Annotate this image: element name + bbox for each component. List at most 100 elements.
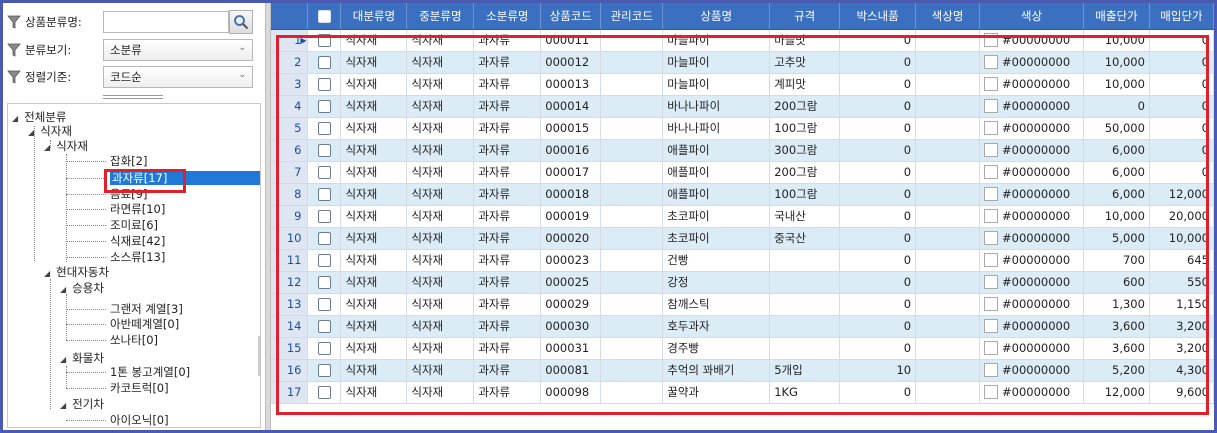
table-row[interactable]: 7 식자재 식자재 과자류 000017 애플파이 200그람 0 #00000000 6,000…: [271, 161, 1214, 184]
row-checkbox[interactable]: [317, 188, 331, 201]
color-name-cell[interactable]: [915, 73, 981, 96]
product-code-cell[interactable]: 000031: [540, 337, 602, 360]
major-category-cell[interactable]: 식자재: [340, 337, 408, 360]
middle-category-cell[interactable]: 식자재: [406, 249, 475, 272]
row-checkbox-cell[interactable]: [307, 293, 342, 316]
product-code-cell[interactable]: 000016: [540, 139, 602, 162]
purchase-price-cell[interactable]: 4,300: [1149, 359, 1214, 382]
table-row[interactable]: 2 식자재 식자재 과자류 000012 마늘파이 고추맛 0 #00000000 10,000 0: [271, 51, 1214, 74]
middle-category-cell[interactable]: 식자재: [406, 359, 475, 382]
row-checkbox-cell[interactable]: [307, 139, 342, 162]
purchase-price-cell[interactable]: 0: [1149, 73, 1214, 96]
row-checkbox-cell[interactable]: [307, 337, 342, 360]
collapse-arrow-icon[interactable]: ◢: [44, 269, 50, 278]
color-name-cell[interactable]: [915, 183, 981, 206]
major-category-cell[interactable]: 식자재: [340, 139, 408, 162]
box-qty-cell[interactable]: 10: [839, 359, 917, 382]
collapse-arrow-icon[interactable]: ◢: [60, 355, 66, 364]
spec-cell[interactable]: 마늘맛: [769, 29, 841, 52]
middle-category-cell[interactable]: 식자재: [406, 183, 475, 206]
row-checkbox[interactable]: [317, 56, 331, 69]
color-cell[interactable]: #00000000: [979, 337, 1084, 360]
manage-code-cell[interactable]: [600, 95, 664, 118]
tree-node-misc[interactable]: 잡화[2]: [110, 154, 147, 168]
purchase-price-cell[interactable]: 645: [1149, 249, 1214, 272]
major-category-header[interactable]: 대분류명: [340, 3, 408, 30]
spec-cell[interactable]: 고추맛: [769, 51, 841, 74]
sale-price-cell[interactable]: 3,600: [1083, 315, 1150, 338]
spec-cell[interactable]: [769, 337, 841, 360]
spec-cell[interactable]: [769, 249, 841, 272]
row-checkbox-cell[interactable]: [307, 183, 342, 206]
view-by-select[interactable]: 소분류 ⌄: [103, 39, 253, 61]
spec-cell[interactable]: 300그람: [769, 139, 841, 162]
collapse-arrow-icon[interactable]: ◢: [60, 285, 66, 294]
middle-category-cell[interactable]: 식자재: [406, 293, 475, 316]
sale-price-cell[interactable]: 5,000: [1083, 227, 1150, 250]
sale-price-cell[interactable]: 700: [1083, 249, 1150, 272]
tree-node-grandeur[interactable]: 그랜저 계열[3]: [110, 302, 183, 316]
middle-category-cell[interactable]: 식자재: [406, 95, 475, 118]
product-code-cell[interactable]: 000025: [540, 271, 602, 294]
minor-category-cell[interactable]: 과자류: [473, 51, 542, 74]
color-cell[interactable]: #00000000: [979, 183, 1084, 206]
manage-code-cell[interactable]: [600, 29, 664, 52]
tree-node-cargo[interactable]: 카코트럭[0]: [110, 381, 169, 395]
purchase-price-cell[interactable]: 1,150: [1149, 293, 1214, 316]
box-qty-cell[interactable]: 0: [839, 161, 917, 184]
product-code-cell[interactable]: 000018: [540, 183, 602, 206]
purchase-price-cell[interactable]: 0: [1149, 161, 1214, 184]
major-category-cell[interactable]: 식자재: [340, 51, 408, 74]
color-cell[interactable]: #00000000: [979, 293, 1084, 316]
middle-category-cell[interactable]: 식자재: [406, 117, 475, 140]
color-cell[interactable]: #00000000: [979, 359, 1084, 382]
color-cell[interactable]: #00000000: [979, 381, 1084, 404]
table-row[interactable]: 16 식자재 식자재 과자류 000081 추억의 꽈배기 5개입 10 #00000000 5,…: [271, 359, 1214, 382]
box-qty-cell[interactable]: 0: [839, 293, 917, 316]
row-checkbox[interactable]: [317, 166, 331, 179]
spec-cell[interactable]: 100그람: [769, 183, 841, 206]
middle-category-cell[interactable]: 식자재: [406, 51, 475, 74]
spec-cell[interactable]: [769, 293, 841, 316]
color-name-cell[interactable]: [915, 271, 981, 294]
sort-by-select[interactable]: 코드순 ⌄: [103, 66, 253, 88]
minor-category-cell[interactable]: 과자류: [473, 95, 542, 118]
product-code-cell[interactable]: 000011: [540, 29, 602, 52]
manage-code-cell[interactable]: [600, 359, 664, 382]
color-cell[interactable]: #00000000: [979, 271, 1084, 294]
table-row[interactable]: 14 식자재 식자재 과자류 000030 호두과자 0 #00000000 3,600 3,20…: [271, 315, 1214, 338]
product-name-cell[interactable]: 마늘파이: [662, 73, 771, 96]
sale-price-cell[interactable]: 6,000: [1083, 183, 1150, 206]
product-name-cell[interactable]: 애플파이: [662, 183, 771, 206]
tree-node-bongo[interactable]: 1톤 봉고계열[0]: [110, 365, 190, 379]
row-checkbox-cell[interactable]: [307, 205, 342, 228]
row-checkbox-cell[interactable]: [307, 161, 342, 184]
row-checkbox[interactable]: [317, 364, 331, 377]
color-name-cell[interactable]: [915, 249, 981, 272]
tree-node-ioniq[interactable]: 아이오닉[0]: [110, 413, 169, 427]
spec-header[interactable]: 규격: [769, 3, 841, 30]
table-row[interactable]: 5 식자재 식자재 과자류 000015 바나나파이 100그람 0 #00000000 50,0…: [271, 117, 1214, 140]
manage-code-cell[interactable]: [600, 161, 664, 184]
middle-category-cell[interactable]: 식자재: [406, 337, 475, 360]
purchase-price-cell[interactable]: 10,000: [1149, 227, 1214, 250]
product-code-cell[interactable]: 000023: [540, 249, 602, 272]
middle-category-header[interactable]: 중분류명: [406, 3, 475, 30]
major-category-cell[interactable]: 식자재: [340, 315, 408, 338]
purchase-price-cell[interactable]: 0: [1149, 51, 1214, 74]
minor-category-cell[interactable]: 과자류: [473, 29, 542, 52]
product-name-cell[interactable]: 마늘파이: [662, 51, 771, 74]
color-name-cell[interactable]: [915, 51, 981, 74]
row-checkbox[interactable]: [317, 254, 331, 267]
box-qty-header[interactable]: 박스내품: [839, 3, 917, 30]
row-number[interactable]: 9: [271, 205, 309, 228]
purchase-price-cell[interactable]: 3,200: [1149, 337, 1214, 360]
spec-cell[interactable]: [769, 271, 841, 294]
product-code-cell[interactable]: 000081: [540, 359, 602, 382]
minor-category-cell[interactable]: 과자류: [473, 271, 542, 294]
row-number-header[interactable]: [271, 3, 309, 30]
product-name-cell[interactable]: 경주빵: [662, 337, 771, 360]
color-name-cell[interactable]: [915, 205, 981, 228]
row-number[interactable]: 17: [271, 381, 309, 404]
spec-cell[interactable]: 중국산: [769, 227, 841, 250]
